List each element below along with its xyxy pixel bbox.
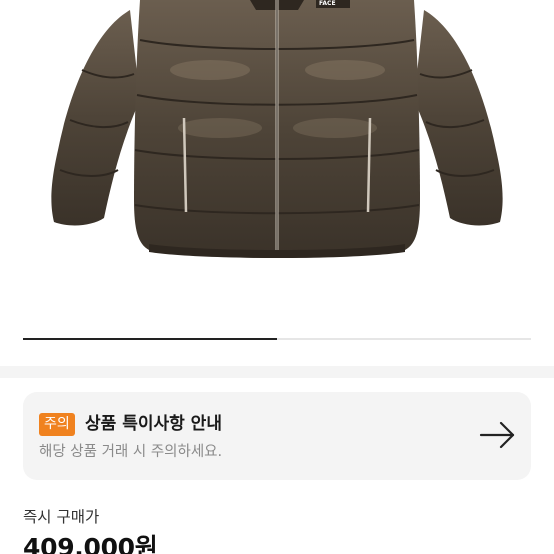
arrow-right-icon[interactable] (479, 420, 517, 450)
brand-logo: FACE (319, 0, 336, 7)
carousel-progress (23, 338, 531, 340)
puffer-jacket-icon (51, 0, 503, 258)
instant-buy-price-label: 즉시 구매가 (23, 508, 100, 526)
carousel-progress-fill (23, 338, 277, 340)
product-image[interactable]: FACE (0, 0, 554, 334)
product-detail-page: FACE 주의 상품 특이사항 안내 해당 상품 거래 시 주의하세요. 즉시 … (0, 0, 554, 554)
product-notice-card[interactable]: 주의 상품 특이사항 안내 해당 상품 거래 시 주의하세요. (23, 392, 531, 480)
notice-description: 해당 상품 거래 시 주의하세요. (39, 444, 223, 460)
section-divider (0, 366, 554, 378)
caution-badge: 주의 (39, 413, 75, 436)
notice-title: 상품 특이사항 안내 (85, 414, 222, 434)
instant-buy-price: 409,000원 (23, 533, 158, 554)
